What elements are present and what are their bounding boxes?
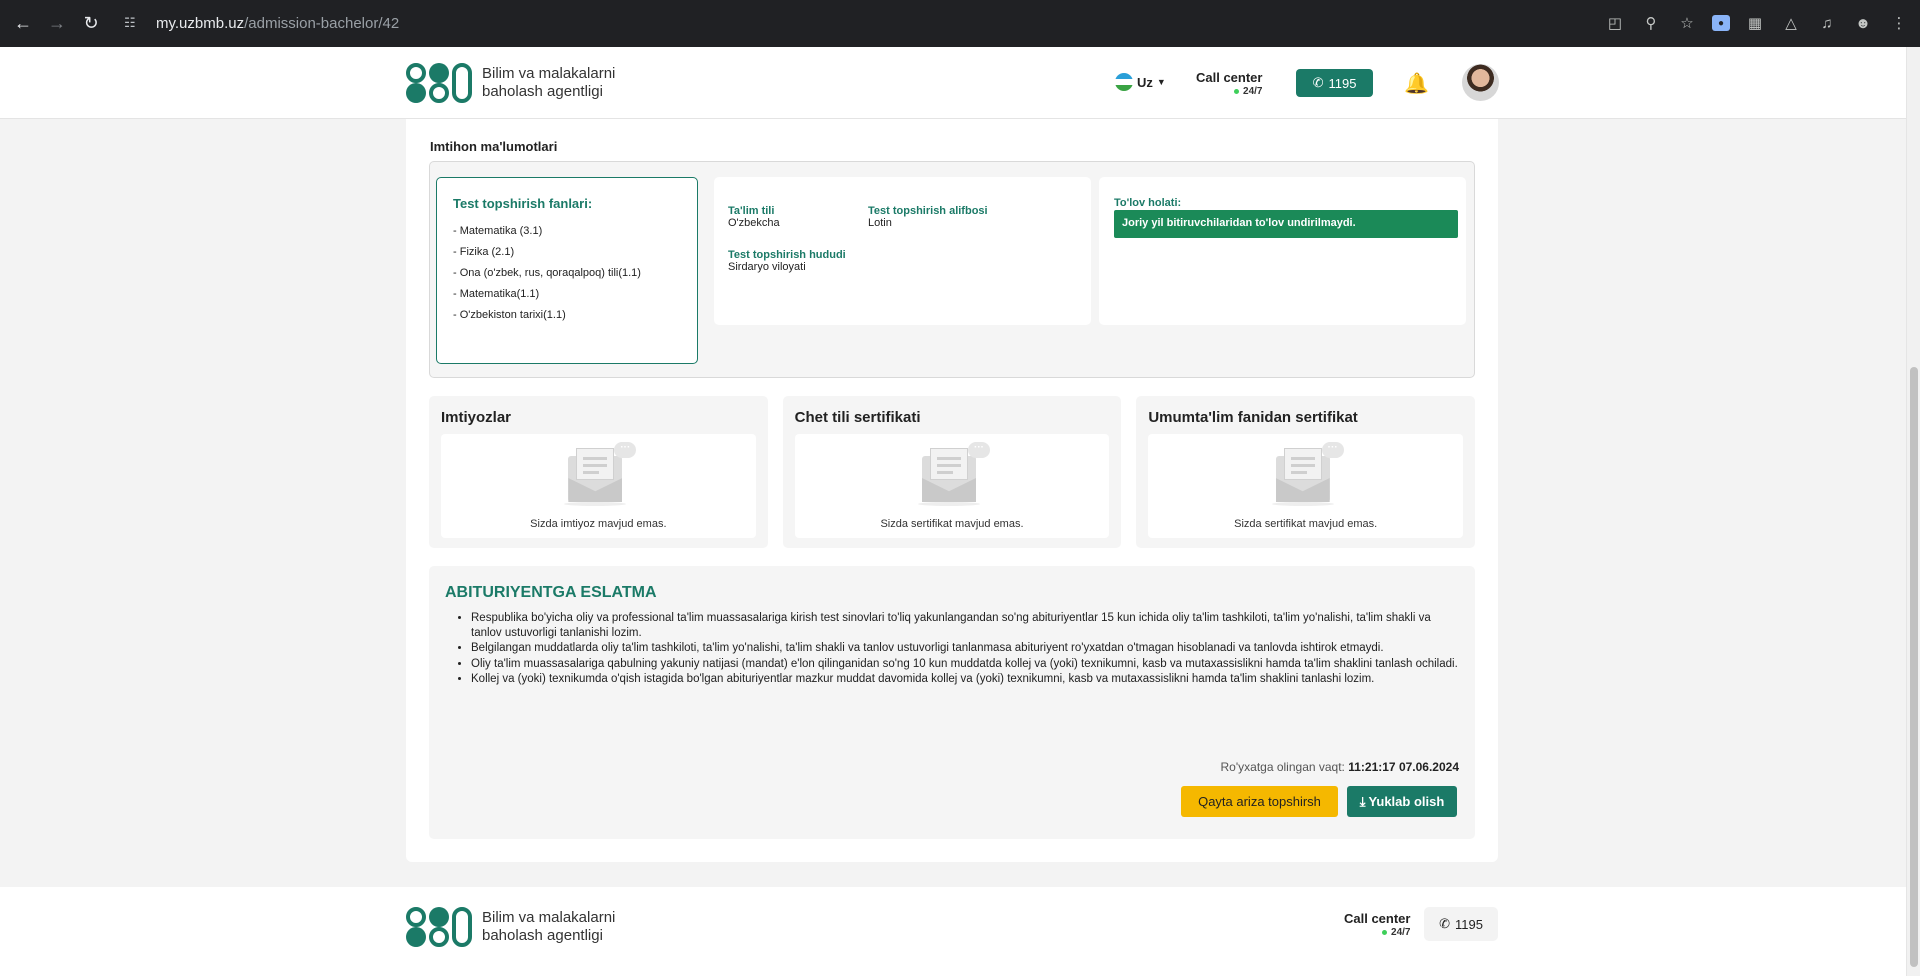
empty-message: Sizda sertifikat mavjud emas. — [880, 518, 1024, 530]
alphabet-label: Test topshirish alifbosi — [868, 205, 988, 217]
chevron-down-icon: ▼ — [1156, 77, 1166, 87]
footer-call-center: Call center 24/7 — [1344, 912, 1410, 940]
empty-state: ··· Sizda sertifikat mavjud emas. — [1148, 434, 1464, 538]
list-item: Belgilangan muddatlarda oliy ta'lim tash… — [471, 641, 1461, 656]
payment-label: To'lov holati: — [1114, 197, 1182, 209]
empty-envelope-icon: ··· — [912, 442, 992, 506]
card-title: Imtiyozlar — [441, 409, 512, 426]
language-selector[interactable]: Uz ▼ — [1115, 73, 1166, 91]
payment-status-badge: Joriy yil bitiruvchilaridan to'lov undir… — [1114, 210, 1458, 238]
list-item: - Matematika(1.1) — [453, 288, 540, 300]
menu-icon[interactable]: ⋮ — [1888, 12, 1910, 34]
empty-state: ··· Sizda sertifikat mavjud emas. — [794, 434, 1110, 538]
call-center: Call center 24/7 — [1196, 71, 1262, 99]
list-item: - Fizika (2.1) — [453, 246, 515, 258]
phone-number: 1195 — [1454, 916, 1483, 932]
media-icon[interactable]: ♫ — [1816, 12, 1838, 34]
logo-text: Bilim va malakalarni baholash agentligi — [482, 65, 616, 100]
logo-mark — [406, 63, 472, 103]
subjects-panel: Test topshirish fanlari: - Matematika (3… — [436, 177, 698, 364]
subject-certificate-card: Umumta'lim fanidan sertifikat ··· Sizda … — [1136, 396, 1476, 548]
labs-icon[interactable]: △ — [1780, 12, 1802, 34]
phone-icon: ✆ — [1312, 75, 1324, 90]
online-dot-icon — [1234, 88, 1240, 94]
phone-number: 1195 — [1328, 75, 1357, 91]
url-path: /admission-bachelor/42 — [244, 14, 400, 32]
uz-flag-icon — [1115, 73, 1133, 91]
avatar[interactable] — [1462, 64, 1499, 101]
browser-toolbar: ← → ↻ ☷ my.uzbmb.uz/admission-bachelor/4… — [0, 0, 1920, 47]
forward-icon[interactable]: → — [46, 13, 68, 35]
site-header: Bilim va malakalarni baholash agentligi … — [0, 47, 1906, 119]
call-center-label: Call center — [1344, 911, 1411, 926]
exam-details-panel: Ta'lim tili O'zbekcha Test topshirish al… — [714, 177, 1091, 325]
back-icon[interactable]: ← — [12, 13, 34, 35]
footer-phone-button[interactable]: ✆ 1195 — [1424, 907, 1498, 941]
list-item: Oliy ta'lim muassasalariga qabulning yak… — [471, 657, 1461, 672]
footer-logo[interactable]: Bilim va malakalarni baholash agentligi — [406, 907, 615, 947]
list-item: - O'zbekiston tarixi(1.1) — [453, 309, 566, 321]
empty-state: ··· Sizda imtiyoz mavjud emas. — [441, 434, 756, 538]
logo[interactable]: Bilim va malakalarni baholash agentligi — [406, 63, 615, 103]
applicant-notice: ABITURIYENTGA ESLATMA Respublika bo'yich… — [429, 566, 1475, 839]
zoom-icon[interactable]: ⚲ — [1640, 12, 1662, 34]
empty-envelope-icon: ··· — [558, 442, 638, 506]
extensions-icon[interactable]: ▦ — [1744, 12, 1766, 34]
logo-mark — [406, 907, 472, 947]
empty-envelope-icon: ··· — [1266, 442, 1346, 506]
language-certificate-card: Chet tili sertifikati ··· Sizda sertifik… — [782, 396, 1122, 548]
card-title: Chet tili sertifikati — [794, 409, 921, 426]
list-item: Kollej va (yoki) texnikumda o'qish istag… — [471, 672, 1461, 687]
main-content: Imtihon ma'lumotlari Test topshirish fan… — [406, 119, 1498, 862]
empty-message: Sizda sertifikat mavjud emas. — [1234, 518, 1378, 530]
list-item: Respublika bo'yicha oliy va professional… — [471, 611, 1461, 640]
list-item: - Matematika (3.1) — [453, 225, 543, 237]
registration-time-label: Ro'yxatga olingan vaqt: — [1220, 760, 1345, 774]
call-center-label: Call center — [1196, 70, 1263, 85]
download-icon: ⤓ — [1359, 793, 1366, 809]
payment-panel: To'lov holati: Joriy yil bitiruvchilarid… — [1099, 177, 1466, 325]
profile-icon[interactable]: ☻ — [1852, 12, 1874, 34]
screen-capture-icon[interactable]: ● — [1712, 15, 1730, 31]
list-item: - Ona (o'zbek, rus, qoraqalpoq) tili(1.1… — [453, 267, 641, 279]
card-title: Umumta'lim fanidan sertifikat — [1148, 409, 1358, 426]
bookmark-star-icon[interactable]: ☆ — [1676, 12, 1698, 34]
certificates-row: Imtiyozlar ··· Sizda imtiyoz mavjud emas… — [429, 396, 1476, 548]
notice-list: Respublika bo'yicha oliy va professional… — [471, 611, 1461, 688]
call-center-hours: 24/7 — [1243, 86, 1263, 97]
exam-section-title: Imtihon ma'lumotlari — [430, 139, 558, 154]
region-value: Sirdaryo viloyati — [728, 261, 806, 273]
lang-value: O'zbekcha — [728, 217, 780, 229]
empty-message: Sizda imtiyoz mavjud emas. — [530, 518, 667, 530]
translate-icon[interactable]: ◰ — [1604, 12, 1626, 34]
alphabet-value: Lotin — [868, 217, 892, 229]
registration-time: Ro'yxatga olingan vaqt: 11:21:17 07.06.2… — [1221, 760, 1459, 774]
privileges-card: Imtiyozlar ··· Sizda imtiyoz mavjud emas… — [429, 396, 768, 548]
reapply-button[interactable]: Qayta ariza topshirsh — [1181, 786, 1338, 817]
call-center-hours: 24/7 — [1391, 927, 1411, 938]
url-host: my.uzbmb.uz — [156, 14, 245, 32]
region-label: Test topshirish hududi — [728, 249, 846, 261]
download-label: Yuklab olish — [1368, 794, 1445, 809]
address-bar[interactable]: ☷ my.uzbmb.uz/admission-bachelor/42 — [124, 9, 399, 37]
online-dot-icon — [1382, 929, 1388, 935]
download-button[interactable]: ⤓ Yuklab olish — [1347, 786, 1457, 817]
site-footer: Bilim va malakalarni baholash agentligi … — [0, 887, 1906, 976]
page-scrollbar[interactable] — [1906, 47, 1920, 976]
subjects-list: - Matematika (3.1) - Fizika (2.1) - Ona … — [453, 225, 681, 321]
reload-icon[interactable]: ↻ — [80, 13, 102, 35]
scrollbar-thumb[interactable] — [1910, 367, 1918, 967]
lang-label: Ta'lim tili — [728, 205, 775, 217]
subjects-title: Test topshirish fanlari: — [453, 196, 593, 211]
language-label: Uz — [1137, 74, 1153, 90]
exam-info-box: Test topshirish fanlari: - Matematika (3… — [429, 161, 1475, 378]
phone-button[interactable]: ✆ 1195 — [1296, 69, 1373, 97]
notice-title: ABITURIYENTGA ESLATMA — [445, 584, 657, 601]
registration-time-value: 11:21:17 07.06.2024 — [1348, 760, 1459, 774]
logo-text: Bilim va malakalarni baholash agentligi — [482, 909, 616, 944]
bell-icon[interactable]: 🔔 — [1404, 71, 1429, 96]
site-settings-icon[interactable]: ☷ — [124, 14, 142, 32]
phone-icon: ✆ — [1439, 916, 1450, 931]
